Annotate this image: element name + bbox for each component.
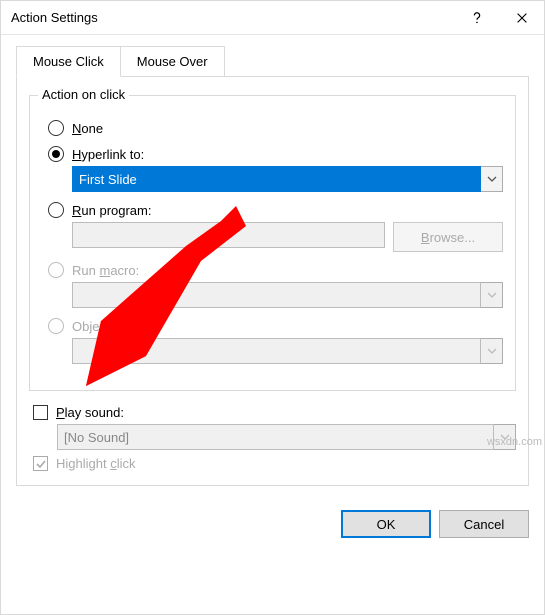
radio-object-action-label: Object action:: [72, 319, 152, 334]
hyperlink-value: First Slide: [72, 166, 481, 192]
checkbox-play-sound[interactable]: [33, 405, 48, 420]
chevron-down-icon[interactable]: [481, 166, 503, 192]
dialog-buttons: OK Cancel: [1, 500, 544, 538]
tab-panel-mouse-click: Action on click None Hyperlink to: First…: [16, 76, 529, 486]
tab-strip: Mouse Click Mouse Over: [16, 46, 529, 77]
cancel-button[interactable]: Cancel: [439, 510, 529, 538]
group-legend: Action on click: [38, 87, 129, 102]
play-sound-value: [No Sound]: [57, 424, 494, 450]
titlebar-buttons: [454, 1, 544, 34]
run-macro-value: [72, 282, 481, 308]
watermark: wsxdn.com: [487, 436, 542, 448]
dialog-title: Action Settings: [11, 10, 98, 25]
object-action-value: [72, 338, 481, 364]
object-action-select: [72, 338, 503, 364]
help-icon: [470, 11, 484, 25]
checkbox-highlight-click: [33, 456, 48, 471]
radio-hyperlink[interactable]: [48, 146, 64, 162]
ok-button[interactable]: OK: [341, 510, 431, 538]
group-action-on-click: Action on click None Hyperlink to: First…: [29, 95, 516, 391]
help-button[interactable]: [454, 1, 499, 34]
radio-none-label: None: [72, 121, 103, 136]
radio-run-macro-label: Run macro:: [72, 263, 139, 278]
run-macro-select: [72, 282, 503, 308]
tab-mouse-over[interactable]: Mouse Over: [121, 46, 225, 77]
radio-hyperlink-label: Hyperlink to:: [72, 147, 144, 162]
tab-mouse-click[interactable]: Mouse Click: [16, 46, 121, 77]
radio-object-action: [48, 318, 64, 334]
radio-run-program-label: Run program:: [72, 203, 151, 218]
radio-none[interactable]: [48, 120, 64, 136]
chevron-down-icon: [481, 338, 503, 364]
radio-run-macro: [48, 262, 64, 278]
titlebar: Action Settings: [1, 1, 544, 35]
browse-label: Browse...: [421, 230, 475, 245]
check-icon: [35, 458, 47, 470]
hyperlink-select[interactable]: First Slide: [72, 166, 503, 192]
browse-button: Browse...: [393, 222, 503, 252]
run-program-input: [72, 222, 385, 248]
radio-run-program[interactable]: [48, 202, 64, 218]
chevron-down-icon: [481, 282, 503, 308]
play-sound-label: Play sound:: [56, 405, 124, 420]
close-icon: [515, 11, 529, 25]
action-settings-dialog: Action Settings Mouse Click Mouse Over A…: [0, 0, 545, 615]
play-sound-select: [No Sound]: [57, 424, 516, 450]
dialog-content: Mouse Click Mouse Over Action on click N…: [1, 35, 544, 500]
close-button[interactable]: [499, 1, 544, 34]
highlight-click-label: Highlight click: [56, 456, 135, 471]
